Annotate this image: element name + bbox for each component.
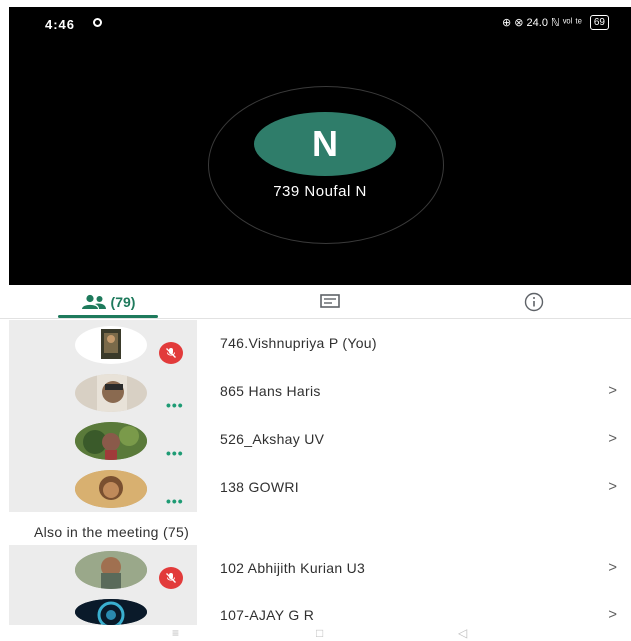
participant-tile: ••• [9,416,197,464]
people-icon [81,294,106,309]
navigation-bar: ≡ □ ◁ [0,626,631,641]
info-icon [524,292,544,312]
participant-row[interactable]: 107-AJAY G R > [0,593,631,625]
speaker-avatar: N [254,112,396,176]
tab-info[interactable] [514,285,554,319]
battery-icon: 69 [589,15,609,30]
participant-tile: ••• [9,368,197,416]
back-nav-icon[interactable]: ◁ [458,626,467,640]
status-bar: 4:46 ⊕ ⊗ 24.0 ℕ ᵛᵒˡ ᵗᵉ 69 [9,7,631,37]
participant-tile: ••• [9,464,197,512]
avatar [75,374,147,412]
participant-row[interactable]: 746.Vishnupriya P (You) [0,320,631,368]
avatar [75,551,147,589]
participant-row[interactable]: ••• 865 Hans Haris > [0,368,631,416]
participant-name: 526_Akshay UV [220,431,325,447]
chevron-right-icon[interactable]: > [608,559,617,576]
participant-tile [9,320,197,368]
speaker-name: 739 Noufal N [273,183,367,200]
mic-off-icon [159,342,183,364]
avatar [75,422,147,460]
participant-tile [9,545,197,593]
avatar [75,326,147,364]
chevron-right-icon[interactable]: > [608,430,617,447]
home-nav-icon[interactable]: □ [316,626,323,640]
section-heading: Also in the meeting (75) [34,524,190,540]
tab-indicator [58,315,158,318]
more-dots-icon: ••• [166,445,184,461]
participant-row[interactable]: ••• 138 GOWRI > [0,464,631,512]
tab-bar: (79) [0,285,631,319]
participant-name: 107-AJAY G R [220,607,315,623]
avatar [75,470,147,508]
more-dots-icon: ••• [166,493,184,509]
tab-people[interactable]: (79) [58,285,158,319]
menu-nav-icon[interactable]: ≡ [172,626,179,640]
avatar [75,599,147,625]
mic-off-icon [159,567,183,589]
participant-name: 138 GOWRI [220,479,299,495]
participant-row[interactable]: 102 Abhijith Kurian U3 > [0,545,631,593]
participant-row[interactable]: ••• 526_Akshay UV > [0,416,631,464]
signal-indicators: ⊕ ⊗ 24.0 ℕ ᵛᵒˡ ᵗᵉ [502,17,582,29]
chat-icon [320,294,340,308]
notification-icon [93,18,102,27]
people-count: (79) [110,294,136,310]
status-indicators: ⊕ ⊗ 24.0 ℕ ᵛᵒˡ ᵗᵉ 69 [502,15,609,30]
participant-name: 865 Hans Haris [220,383,321,399]
chevron-right-icon[interactable]: > [608,382,617,399]
status-time: 4:46 [45,17,76,32]
participant-name: 102 Abhijith Kurian U3 [220,560,366,576]
participant-name: 746.Vishnupriya P (You) [220,335,377,351]
more-dots-icon: ••• [166,397,184,413]
chevron-right-icon[interactable]: > [608,478,617,495]
tab-chat[interactable] [310,285,350,319]
chevron-right-icon[interactable]: > [608,606,617,623]
participant-tile [9,593,197,625]
